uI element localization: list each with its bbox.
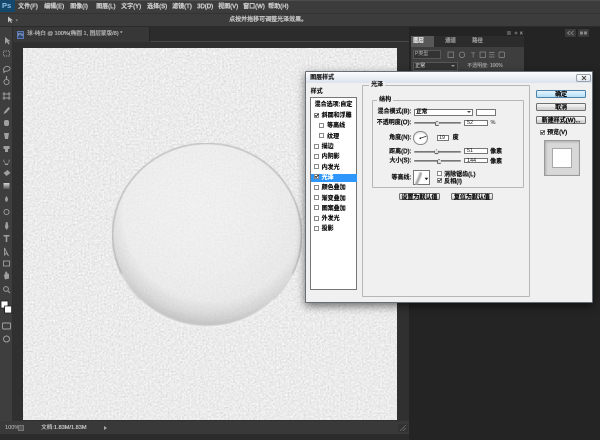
svg-text:T: T [471,52,476,59]
